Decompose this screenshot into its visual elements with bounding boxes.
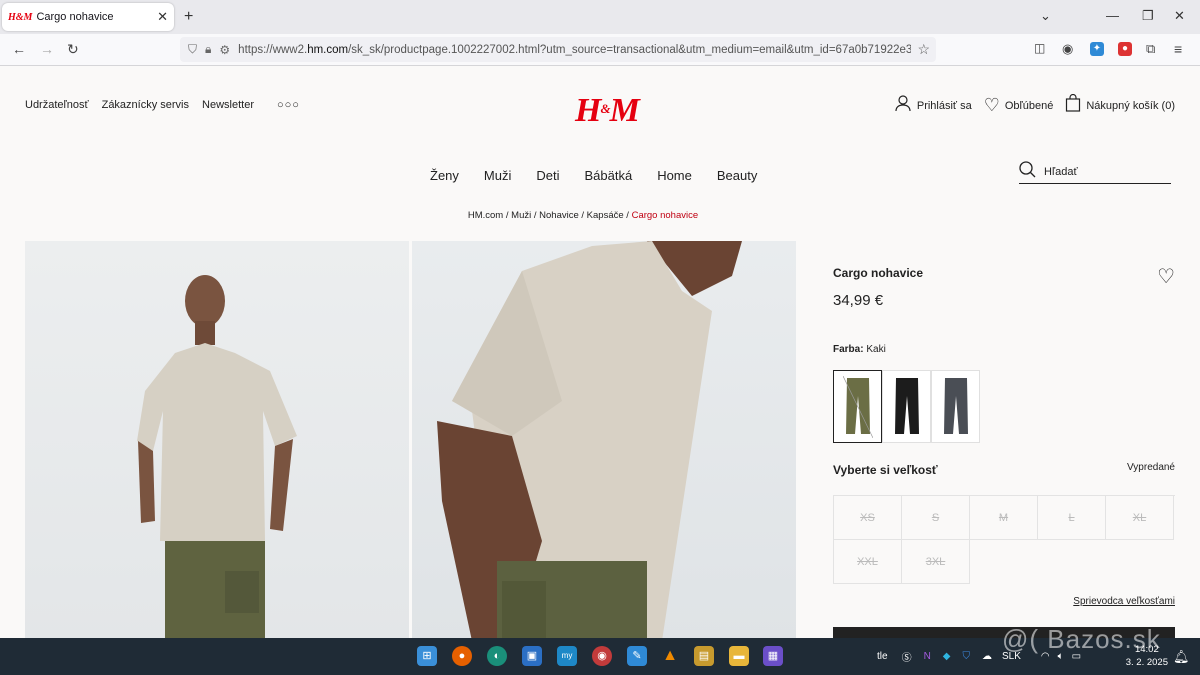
breadcrumb-home[interactable]: HM.com (468, 210, 503, 221)
customer-service-link[interactable]: Zákaznícky servis (102, 99, 189, 111)
search-icon (1019, 160, 1036, 183)
app-archive-icon[interactable]: ▤ (694, 646, 714, 666)
app-paint-icon[interactable]: ✎ (627, 646, 647, 666)
close-window-icon[interactable]: ✕ (1174, 8, 1185, 24)
app-red-icon[interactable]: ◉ (592, 646, 612, 666)
lock-icon[interactable]: 🔒︎ (205, 42, 211, 57)
notification-bell-icon[interactable]: 🔔︎ (1173, 638, 1190, 675)
new-tab-icon[interactable]: + (184, 8, 193, 26)
vlc-icon[interactable]: ▲ (660, 646, 680, 666)
browser-navbar: ← → ↻ ⛉ 🔒︎ ⚙ https://www2.hm.com/sk_sk/p… (0, 34, 1200, 66)
file-explorer-icon[interactable]: ▬ (729, 646, 749, 666)
size-xxl[interactable]: XXL (834, 540, 902, 584)
onenote-icon[interactable]: N (924, 651, 931, 662)
breadcrumb-trousers[interactable]: Nohavice (539, 210, 579, 221)
pocket-icon[interactable]: ◫ (1034, 41, 1045, 55)
permissions-icon[interactable]: ⚙ (219, 43, 230, 57)
color-swatches (833, 370, 980, 443)
start-icon[interactable]: ⊞ (417, 646, 437, 666)
shield-icon[interactable]: ⛉ (188, 42, 197, 57)
heart-icon: ♡ (983, 95, 1000, 115)
hm-logo[interactable]: H&M (575, 92, 640, 130)
breadcrumb-cargo[interactable]: Kapsáče (587, 210, 624, 221)
account-area: Prihlásiť sa ♡ Obľúbené Nákupný košík (0… (890, 93, 1175, 117)
shopping-bag-icon (1065, 93, 1081, 117)
extension-badge-icon[interactable]: ● (1118, 42, 1132, 56)
top-links: Udržateľnosť Zákaznícky servis Newslette… (25, 99, 300, 111)
nav-item-baby[interactable]: Bábätká (584, 168, 632, 183)
size-xl[interactable]: XL (1106, 496, 1174, 540)
signin-link[interactable]: Prihlásiť sa (894, 94, 972, 117)
product-image-detail[interactable] (412, 241, 796, 638)
product-image-front[interactable] (25, 241, 409, 638)
breadcrumb: HM.com / Muži / Nohavice / Kapsáče / Car… (467, 210, 699, 221)
app-tray-icon[interactable]: ◆ (943, 651, 951, 662)
search-placeholder: Hľadať (1044, 165, 1078, 178)
web-page: Udržateľnosť Zákaznícky servis Newslette… (0, 66, 1200, 638)
clock-date: 3. 2. 2025 (1125, 657, 1168, 668)
nav-item-kids[interactable]: Deti (536, 168, 559, 183)
browser-tab[interactable]: H&M Cargo nohavice ✕ (2, 3, 174, 31)
size-l[interactable]: L (1038, 496, 1106, 540)
back-icon[interactable]: ← (12, 41, 26, 57)
search-input[interactable]: Hľadať (1019, 160, 1171, 184)
color-label: Farba: Kaki (833, 344, 886, 355)
tab-title: Cargo nohavice (36, 11, 114, 23)
nav-item-women[interactable]: Ženy (430, 168, 459, 183)
size-s[interactable]: S (902, 496, 970, 540)
swatch-black[interactable] (882, 370, 931, 443)
size-title: Vyberte si veľkosť (833, 463, 938, 477)
product-info: Cargo nohavice ♡ 34,99 € Farba: Kaki Vyb… (833, 264, 1175, 607)
nav-item-home[interactable]: Home (657, 168, 692, 183)
reload-icon[interactable]: ↻ (67, 41, 79, 58)
app-purple-icon[interactable]: ▦ (763, 646, 783, 666)
url-text[interactable]: https://www2.hm.com/sk_sk/productpage.10… (238, 44, 911, 56)
app-mybp-icon[interactable]: my (557, 646, 577, 666)
sustainability-link[interactable]: Udržateľnosť (25, 99, 89, 111)
user-icon (894, 94, 912, 117)
size-3xl[interactable]: 3XL (902, 540, 970, 584)
size-grid: XS S M L XL XXL 3XL (833, 495, 1175, 584)
breadcrumb-men[interactable]: Muži (511, 210, 531, 221)
defender-icon[interactable]: ⛉ (963, 651, 971, 662)
more-icon[interactable]: ○○○ (277, 99, 300, 111)
size-guide-link[interactable]: Sprievodca veľkosťami (1073, 596, 1175, 607)
nav-item-beauty[interactable]: Beauty (717, 168, 757, 183)
close-tab-icon[interactable]: ✕ (157, 9, 168, 25)
account-icon[interactable]: ◉ (1062, 41, 1073, 57)
onedrive-icon[interactable]: ☁ (982, 651, 992, 662)
bookmark-star-icon[interactable]: ☆ (917, 41, 930, 58)
extension-blue-icon[interactable]: ✦ (1090, 42, 1104, 56)
browser-tabbar: H&M Cargo nohavice ✕ + ⌄ — ❐ ✕ (0, 0, 1200, 34)
breadcrumb-current: Cargo nohavice (631, 210, 699, 221)
extensions-puzzle-icon[interactable]: ⧉ (1146, 41, 1155, 57)
sold-out-label: Vypredané (1127, 462, 1175, 473)
newsletter-link[interactable]: Newsletter (202, 99, 254, 111)
size-m[interactable]: M (970, 496, 1038, 540)
minimize-icon[interactable]: — (1106, 8, 1119, 23)
product-name: Cargo nohavice (833, 266, 924, 280)
menu-icon[interactable]: ≡ (1174, 41, 1182, 57)
main-nav: Ženy Muži Deti Bábätká Home Beauty (430, 168, 757, 183)
forward-icon[interactable]: → (40, 41, 54, 57)
hm-favicon-icon: H&M (8, 11, 33, 23)
cart-link[interactable]: Nákupný košík (0) (1065, 93, 1175, 117)
store-icon[interactable]: ▣ (522, 646, 542, 666)
tab-list-chevron-icon[interactable]: ⌄ (1040, 8, 1051, 24)
size-xs[interactable]: XS (834, 496, 902, 540)
color-value: Kaki (866, 344, 886, 355)
swatch-grey[interactable] (931, 370, 980, 443)
swatch-kaki[interactable] (833, 370, 882, 443)
favorite-heart-icon[interactable]: ♡ (1157, 264, 1175, 289)
watermark: @( Bazos.sk (1002, 624, 1161, 654)
nav-item-men[interactable]: Muži (484, 168, 511, 183)
weather-text[interactable]: tle (877, 651, 888, 662)
edge-icon[interactable]: ◐ (487, 646, 507, 666)
firefox-icon[interactable]: ● (452, 646, 472, 666)
url-bar[interactable]: ⛉ 🔒︎ ⚙ https://www2.hm.com/sk_sk/product… (180, 37, 936, 62)
favorites-link[interactable]: ♡ Obľúbené (984, 95, 1054, 116)
skype-icon[interactable]: Ⓢ (902, 649, 912, 664)
product-price: 34,99 € (833, 292, 884, 309)
restore-icon[interactable]: ❐ (1142, 8, 1154, 24)
